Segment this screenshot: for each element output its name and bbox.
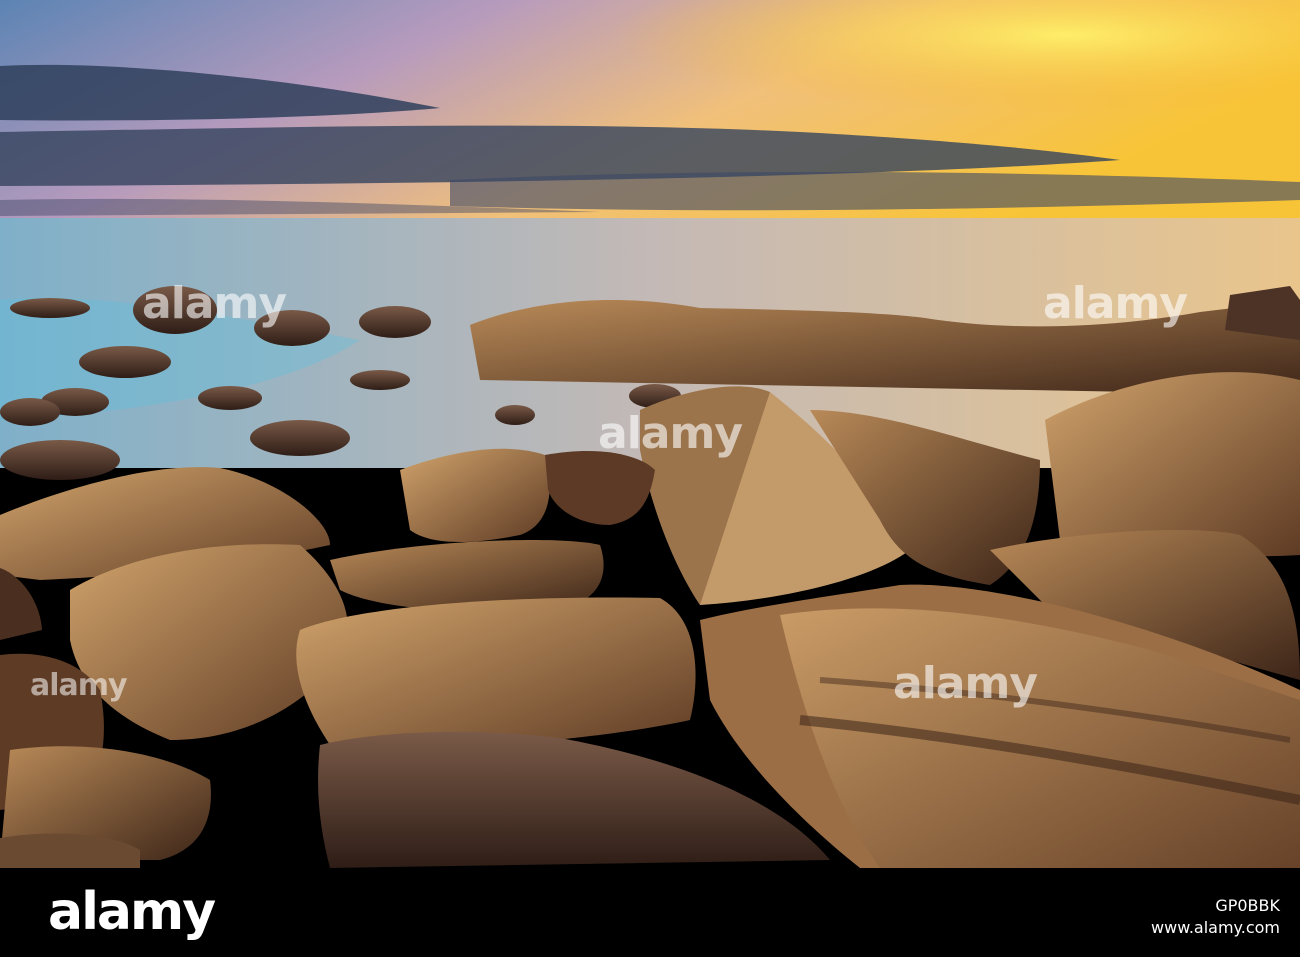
watermark-text: alamy [1043,278,1188,329]
footer-bar: alamy GP0BBK www.alamy.com [0,868,1300,957]
image-stage: alamy alamy alamy alamy alamy alamy GP0B… [0,0,1300,957]
watermark-text: alamy [598,408,743,459]
watermark-text: alamy [30,668,128,703]
watermark-text: alamy [893,658,1038,709]
watermark-text: alamy [142,278,287,329]
footer-logo: alamy [48,882,216,942]
image-id-label: GP0BBK [1215,896,1280,915]
footer-url: www.alamy.com [1151,918,1280,937]
